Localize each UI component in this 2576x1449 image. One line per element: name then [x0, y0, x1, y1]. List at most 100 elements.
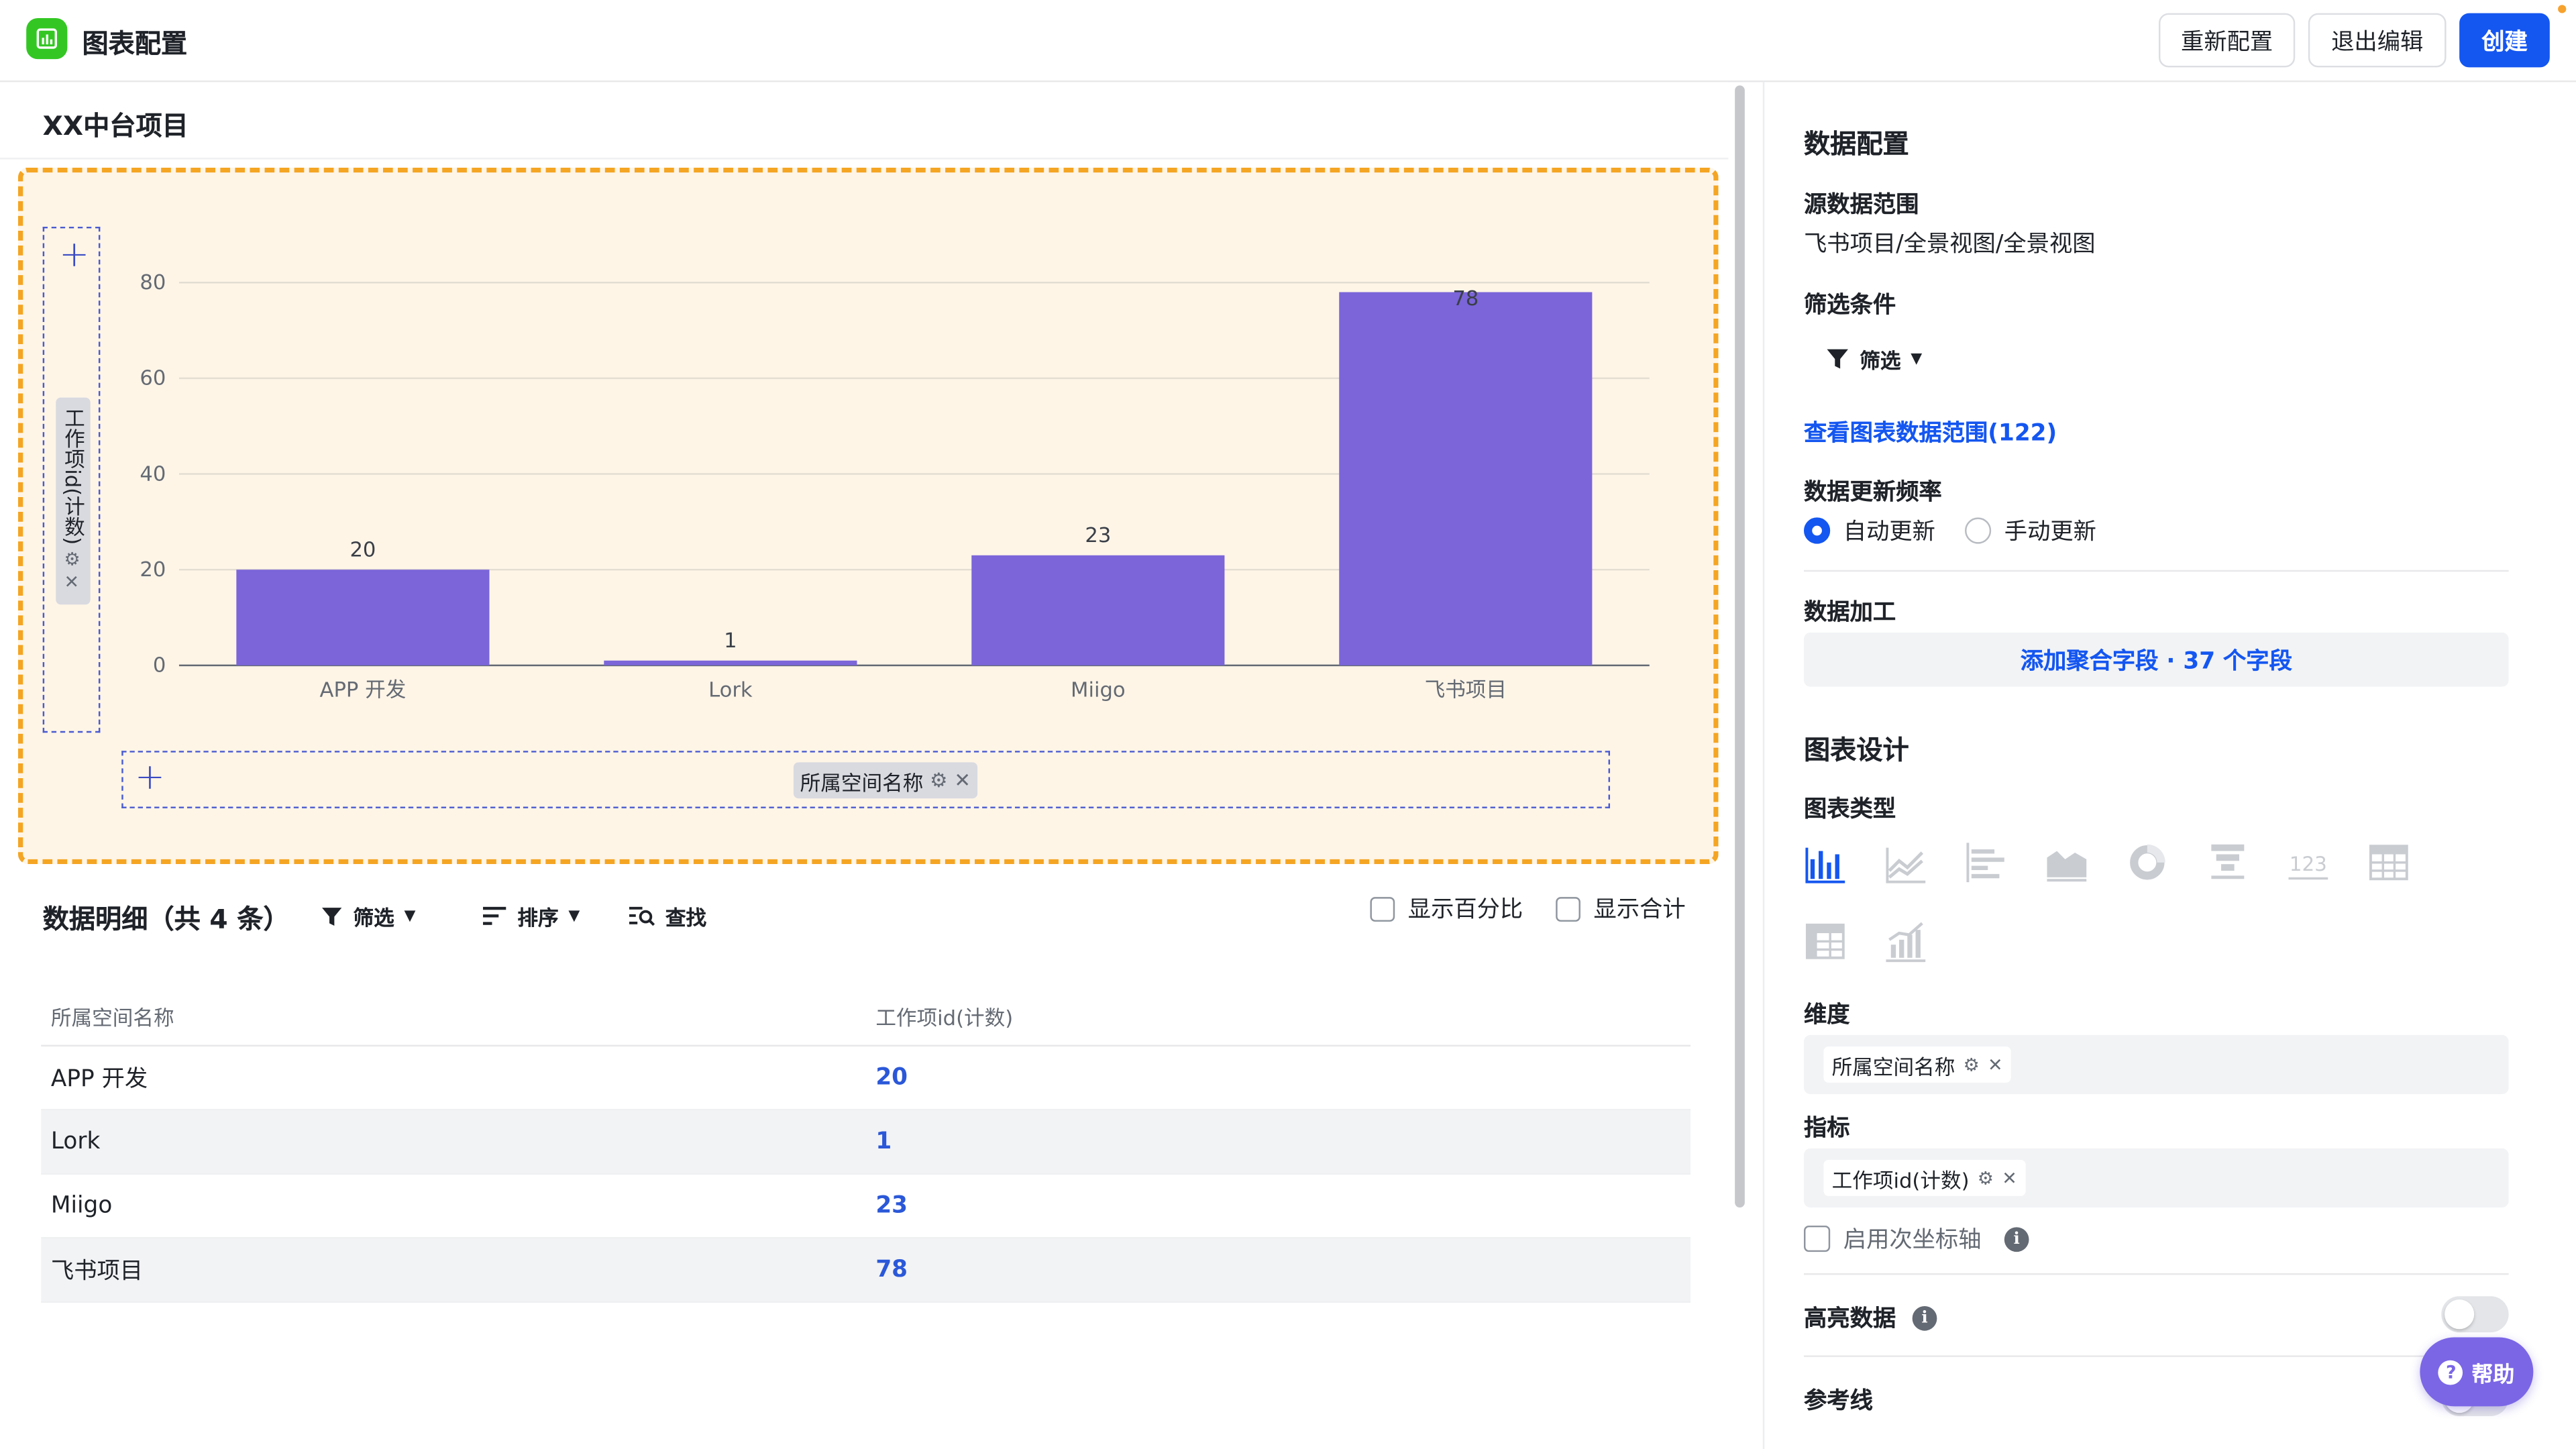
highlight-label: 高亮数据 — [1804, 1305, 1896, 1333]
chart-app-icon — [26, 17, 68, 60]
y-field-pill[interactable]: 工作项id(计数) ⚙ ✕ — [56, 397, 91, 605]
bar-data-label: 1 — [724, 629, 737, 653]
add-aggregate-field-button[interactable]: 添加聚合字段 · 37 个字段 — [1804, 632, 2509, 687]
gear-icon[interactable]: ⚙ — [1964, 1054, 1980, 1075]
y-tick-label: 40 — [140, 462, 166, 486]
close-icon[interactable]: ✕ — [64, 572, 80, 593]
close-icon[interactable]: ✕ — [954, 769, 971, 792]
bar-chart: 0 20 40 60 80 20 APP 开发 1 Lork 23 Miigo 78 飞书项目 — [140, 271, 1650, 702]
app-title: 图表配置 — [82, 28, 188, 60]
detail-sort-button[interactable]: 排序 ▼ — [483, 900, 580, 932]
info-icon[interactable]: i — [2004, 1226, 2029, 1251]
detail-sort-label: 排序 — [517, 905, 559, 930]
y-axis-drop-zone[interactable]: + 工作项id(计数) ⚙ ✕ — [42, 226, 101, 733]
dimension-label: 维度 — [1804, 1002, 1850, 1029]
detail-filter-button[interactable]: 筛选 ▼ — [321, 900, 415, 932]
dimension-field-box[interactable]: 所属空间名称 ⚙ ✕ — [1804, 1034, 2509, 1095]
bar-data-label: 20 — [350, 539, 376, 562]
find-icon — [629, 906, 655, 925]
reset-config-button[interactable]: 重新配置 — [2158, 13, 2296, 68]
checkbox-box[interactable] — [1370, 896, 1395, 921]
detail-table: 所属空间名称 工作项id(计数) APP 开发 20 Lork 1 Miigo … — [41, 985, 1691, 1303]
table-row[interactable]: Lork 1 — [41, 1110, 1691, 1175]
x-tick-label: 飞书项目 — [1425, 678, 1507, 702]
radio-unselected[interactable] — [1965, 517, 1992, 544]
secondary-axis-checkbox[interactable]: 启用次坐标轴 i — [1804, 1222, 2029, 1255]
manual-update-radio[interactable]: 手动更新 — [1965, 515, 2096, 547]
section-divider — [1804, 1355, 2509, 1357]
detail-find-button[interactable]: 查找 — [629, 900, 706, 932]
y-tick-label: 0 — [153, 654, 166, 678]
cell-value[interactable]: 1 — [867, 1128, 892, 1155]
auto-update-radio[interactable]: 自动更新 — [1804, 515, 1935, 547]
table-row[interactable]: 飞书项目 78 — [41, 1238, 1691, 1303]
cell-name: APP 开发 — [50, 1066, 148, 1093]
gear-icon[interactable]: ⚙ — [64, 549, 80, 570]
auto-update-label: 自动更新 — [1843, 519, 1935, 546]
cell-value[interactable]: 78 — [867, 1256, 908, 1283]
highlight-toggle[interactable] — [2441, 1296, 2509, 1333]
add-y-field-icon[interactable]: + — [59, 237, 89, 274]
radio-selected[interactable] — [1804, 517, 1831, 544]
table-type-icon[interactable] — [2367, 841, 2410, 884]
bar-chart-type-icon[interactable] — [1804, 841, 1847, 884]
config-filter-label: 筛选 — [1860, 348, 1901, 373]
app-root: 图表配置 重新配置 退出编辑 创建 XX中台项目 + 工作项id(计数) ⚙ ✕… — [0, 0, 2576, 1449]
dimension-chip[interactable]: 所属空间名称 ⚙ ✕ — [1823, 1046, 2011, 1083]
caret-down-icon: ▼ — [1911, 350, 1923, 368]
y-tick-label: 80 — [140, 271, 166, 294]
checkbox-box[interactable] — [1556, 896, 1580, 921]
reference-line-label: 参考线 — [1804, 1388, 1873, 1415]
create-button[interactable]: 创建 — [2459, 13, 2550, 68]
chart-bar[interactable] — [971, 555, 1225, 665]
bar-data-label: 78 — [1452, 287, 1479, 311]
close-icon[interactable]: ✕ — [1988, 1054, 2003, 1075]
chart-canvas[interactable]: + 工作项id(计数) ⚙ ✕ 0 20 40 60 80 20 APP 开发 1 Lork 23… — [17, 167, 1719, 865]
update-frequency-label: 数据更新频率 — [1804, 480, 1942, 506]
pivot-table-type-icon[interactable] — [1804, 920, 1847, 963]
horizontal-bar-type-icon[interactable] — [1965, 841, 2008, 884]
show-total-checkbox[interactable]: 显示合计 — [1556, 892, 1686, 925]
cell-value[interactable]: 23 — [867, 1193, 908, 1219]
help-button[interactable]: ? 帮助 — [2420, 1337, 2534, 1407]
table-row[interactable]: Miigo 23 — [41, 1175, 1691, 1239]
info-icon[interactable]: i — [1912, 1305, 1937, 1330]
left-panel-scrollbar[interactable] — [1735, 85, 1745, 1208]
close-icon[interactable]: ✕ — [2002, 1167, 2017, 1189]
metric-chip[interactable]: 工作项id(计数) ⚙ ✕ — [1823, 1159, 2026, 1196]
x-tick-label: Lork — [708, 678, 753, 702]
x-field-pill[interactable]: 所属空间名称 ⚙ ✕ — [793, 762, 977, 799]
config-filter-button[interactable]: 筛选 ▼ — [1825, 343, 1922, 375]
column-header[interactable]: 工作项id(计数) — [867, 1000, 1013, 1031]
add-x-field-icon[interactable]: + — [135, 760, 165, 797]
cell-name: Miigo — [50, 1192, 113, 1220]
combo-chart-type-icon[interactable] — [1884, 920, 1927, 963]
highlight-row: 高亮数据 i — [1804, 1301, 1937, 1334]
table-row[interactable]: APP 开发 20 — [41, 1046, 1691, 1111]
checkbox-box[interactable] — [1804, 1225, 1831, 1252]
toggle-knob — [2445, 1299, 2475, 1330]
number-card-type-icon[interactable]: 123 — [2287, 841, 2330, 884]
metric-field-box[interactable]: 工作项id(计数) ⚙ ✕ — [1804, 1148, 2509, 1208]
caret-down-icon: ▼ — [568, 908, 580, 924]
donut-chart-type-icon[interactable] — [2126, 841, 2169, 884]
line-chart-type-icon[interactable] — [1884, 841, 1927, 884]
chart-bar[interactable] — [236, 570, 490, 665]
view-data-range-link[interactable]: 查看图表数据范围(122) — [1804, 416, 2057, 449]
chart-type-label: 图表类型 — [1804, 796, 1896, 823]
exit-edit-button[interactable]: 退出编辑 — [2308, 13, 2447, 68]
y-tick-label: 60 — [140, 367, 166, 390]
gear-icon[interactable]: ⚙ — [930, 769, 947, 792]
area-chart-type-icon[interactable] — [2045, 841, 2088, 884]
cell-name: 飞书项目 — [50, 1258, 144, 1285]
chart-bar[interactable] — [604, 660, 857, 665]
title-divider — [0, 158, 1729, 160]
gear-icon[interactable]: ⚙ — [1978, 1167, 1994, 1189]
cell-value[interactable]: 20 — [867, 1065, 908, 1091]
x-tick-label: APP 开发 — [320, 678, 407, 702]
chart-bar[interactable] — [1339, 292, 1593, 665]
x-axis-drop-zone[interactable]: + 所属空间名称 ⚙ ✕ — [121, 751, 1611, 808]
show-percent-checkbox[interactable]: 显示百分比 — [1370, 892, 1523, 925]
column-header[interactable]: 所属空间名称 — [41, 1000, 867, 1031]
funnel-chart-type-icon[interactable] — [2206, 841, 2249, 884]
